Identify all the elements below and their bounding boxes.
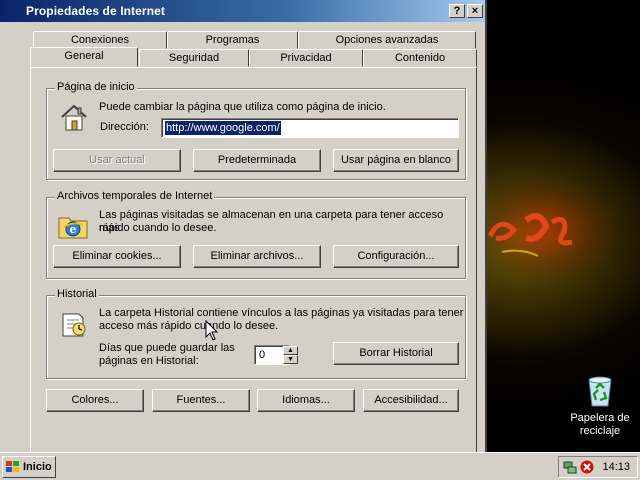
temp-files-group: Archivos temporales de Internet e Las pá… xyxy=(46,190,466,279)
svg-text:e: e xyxy=(70,223,77,236)
recycle-bin-label-line-2: reciclaje xyxy=(579,425,621,437)
languages-button[interactable]: Idiomas... xyxy=(257,389,355,412)
use-current-button[interactable]: Usar actual xyxy=(53,149,181,172)
history-group: Historial La carpeta Historial contiene … xyxy=(46,288,466,379)
clock[interactable]: 14:13 xyxy=(602,461,630,473)
house-icon xyxy=(61,104,87,131)
temp-files-legend: Archivos temporales de Internet xyxy=(55,190,215,202)
recycle-bin-label-line-1: Papelera de xyxy=(570,412,630,424)
tab-general[interactable]: General xyxy=(30,47,138,67)
use-default-button[interactable]: Predeterminada xyxy=(193,149,321,172)
home-page-legend: Página de inicio xyxy=(55,81,137,93)
tab-opciones-avanzadas[interactable]: Opciones avanzadas xyxy=(298,31,476,49)
internet-properties-dialog: Propiedades de Internet ? × Conexiones P… xyxy=(0,0,487,452)
recycle-bin-icon xyxy=(588,376,612,407)
use-blank-button[interactable]: Usar página en blanco xyxy=(333,149,459,172)
tab-privacidad[interactable]: Privacidad xyxy=(249,49,363,67)
fonts-button[interactable]: Fuentes... xyxy=(152,389,250,412)
start-button[interactable]: Inicio xyxy=(2,456,56,478)
windows-logo-icon xyxy=(6,461,19,472)
history-days-label-line-1: Días que puede guardar las xyxy=(99,342,235,354)
address-input-value: http://www.google.com/ xyxy=(165,121,281,135)
temp-files-description-line-2: rápido cuando lo desee. xyxy=(99,222,217,234)
history-description-line-1: La carpeta Historial contiene vínculos a… xyxy=(99,307,464,319)
tab-contenido[interactable]: Contenido xyxy=(363,49,477,67)
address-input[interactable]: http://www.google.com/ xyxy=(161,118,459,138)
home-page-description: Puede cambiar la página que utiliza como… xyxy=(99,101,386,113)
ie-folder-icon: e xyxy=(58,217,88,239)
accessibility-button[interactable]: Accesibilidad... xyxy=(363,389,459,412)
title-bar[interactable]: Propiedades de Internet ? × xyxy=(0,0,485,22)
history-legend: Historial xyxy=(55,288,99,300)
address-label: Dirección: xyxy=(100,121,149,133)
home-page-group: Página de inicio Puede cambiar la página… xyxy=(46,81,466,180)
history-icon xyxy=(62,313,86,337)
network-tray-icon[interactable] xyxy=(563,460,577,474)
error-tray-icon[interactable] xyxy=(580,460,594,474)
history-description-line-2: acceso más rápido cuando lo desee. xyxy=(99,320,279,332)
history-days-label-line-2: páginas en Historial: xyxy=(99,355,199,367)
close-button[interactable]: × xyxy=(467,4,483,18)
wallpaper-logo xyxy=(487,213,573,257)
tab-programas[interactable]: Programas xyxy=(167,31,298,49)
mouse-cursor-icon xyxy=(205,320,219,341)
taskbar: Inicio 14:13 xyxy=(0,452,640,480)
clear-history-button[interactable]: Borrar Historial xyxy=(333,342,459,365)
system-tray: 14:13 xyxy=(558,456,638,478)
recycle-bin[interactable]: Papelera de reciclaje xyxy=(562,374,638,438)
delete-cookies-button[interactable]: Eliminar cookies... xyxy=(53,245,181,268)
spin-down-button[interactable]: ▼ xyxy=(283,355,298,364)
window-title: Propiedades de Internet xyxy=(26,4,165,18)
delete-files-button[interactable]: Eliminar archivos... xyxy=(193,245,321,268)
help-button[interactable]: ? xyxy=(449,4,465,18)
spin-up-button[interactable]: ▲ xyxy=(283,346,298,355)
tab-seguridad[interactable]: Seguridad xyxy=(139,49,249,67)
settings-button[interactable]: Configuración... xyxy=(333,245,459,268)
colors-button[interactable]: Colores... xyxy=(46,389,144,412)
start-label: Inicio xyxy=(23,461,52,473)
